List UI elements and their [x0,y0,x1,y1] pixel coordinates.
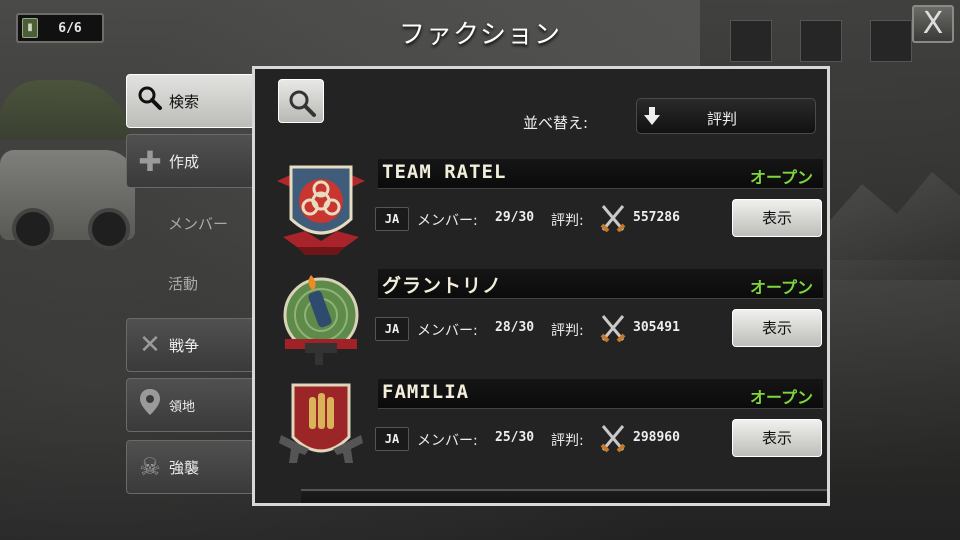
members-count: 28/30 [495,320,535,335]
biohazard-shield-emblem [277,165,365,255]
view-button[interactable]: 表示 [732,419,822,457]
faction-name: グラントリノ [382,275,503,297]
faction-status: オープン [749,168,813,187]
sidebar-item-search[interactable]: 検索 [126,74,254,128]
background-trees [0,80,130,140]
page-title: ファクション [398,20,561,50]
search-icon [135,85,165,117]
partial-faction-row [301,489,827,503]
members-label: メンバー: [417,213,478,229]
magnifier-icon [289,90,316,117]
car-wheel [88,208,130,250]
faction-name-bar: グラントリノ オープン [378,269,823,299]
reputation-value: 305491 [633,320,680,335]
members-label: メンバー: [417,323,478,339]
members-count: 25/30 [495,430,535,445]
language-badge: JA [375,207,409,231]
close-button[interactable]: X [912,5,954,43]
crossed-swords-icon [600,205,626,233]
sidebar-item-members: メンバー [126,196,254,250]
background-wrecked-car [0,150,135,250]
reputation-value: 298960 [633,430,680,445]
sidebar-item-label: 強襲 [169,458,200,477]
reputation-label: 評判: [551,323,584,339]
faction-list-panel: 並べ替え: 評判 TEAM RATEL オープン JA メンバー: 29/30 … [252,66,830,506]
members-label: メンバー: [417,433,478,449]
language-badge: JA [375,317,409,341]
sidebar-item-label: 検索 [169,92,200,111]
sidebar-item-label: 活動 [168,274,199,293]
map-pin-icon [135,388,165,422]
sort-value: 評判 [707,110,738,128]
reputation-label: 評判: [551,213,584,229]
members-count: 29/30 [495,210,535,225]
sidebar-item-create[interactable]: ✚ 作成 [126,134,254,188]
faction-name-bar: FAMILIA オープン [378,379,823,409]
bullets-pistols-emblem [279,383,363,463]
faction-name-bar: TEAM RATEL オープン [378,159,823,189]
sidebar-item-label: 戦争 [169,336,200,355]
view-button[interactable]: 表示 [732,199,822,237]
faction-status: オープン [749,388,813,407]
reputation-label: 評判: [551,433,584,449]
faction-row[interactable]: TEAM RATEL オープン JA メンバー: 29/30 評判: 55728… [255,159,827,269]
molotov-target-emblem [283,275,359,365]
sidebar-item-activity: 活動 [126,256,254,310]
sidebar-item-label: 作成 [169,152,200,171]
sort-label: 並べ替え: [523,114,589,132]
faction-name: TEAM RATEL [382,161,507,183]
sidebar-item-label: 領地 [169,399,196,415]
skull-icon: ☠ [139,453,161,481]
sidebar-item-raid[interactable]: ☠ 強襲 [126,440,254,494]
faction-status: オープン [749,278,813,297]
faction-row[interactable]: グラントリノ オープン JA メンバー: 28/30 評判: 305491 表示 [255,269,827,379]
language-badge: JA [375,427,409,451]
sidebar-item-label: メンバー [168,214,229,233]
car-wheel [12,208,54,250]
search-button[interactable] [278,79,324,123]
faction-row[interactable]: FAMILIA オープン JA メンバー: 25/30 評判: 298960 表… [255,379,827,489]
crossed-swords-icon: ✕ [139,330,161,360]
sort-dropdown[interactable]: 評判 [636,98,816,134]
faction-name: FAMILIA [382,381,470,403]
reputation-value: 557286 [633,210,680,225]
view-button[interactable]: 表示 [732,309,822,347]
down-arrow-icon [644,107,660,125]
crossed-swords-icon [600,315,626,343]
sidebar-item-territory[interactable]: 領地 [126,378,254,432]
plus-icon: ✚ [138,144,162,178]
crossed-swords-icon [600,425,626,453]
sidebar-item-war[interactable]: ✕ 戦争 [126,318,254,372]
